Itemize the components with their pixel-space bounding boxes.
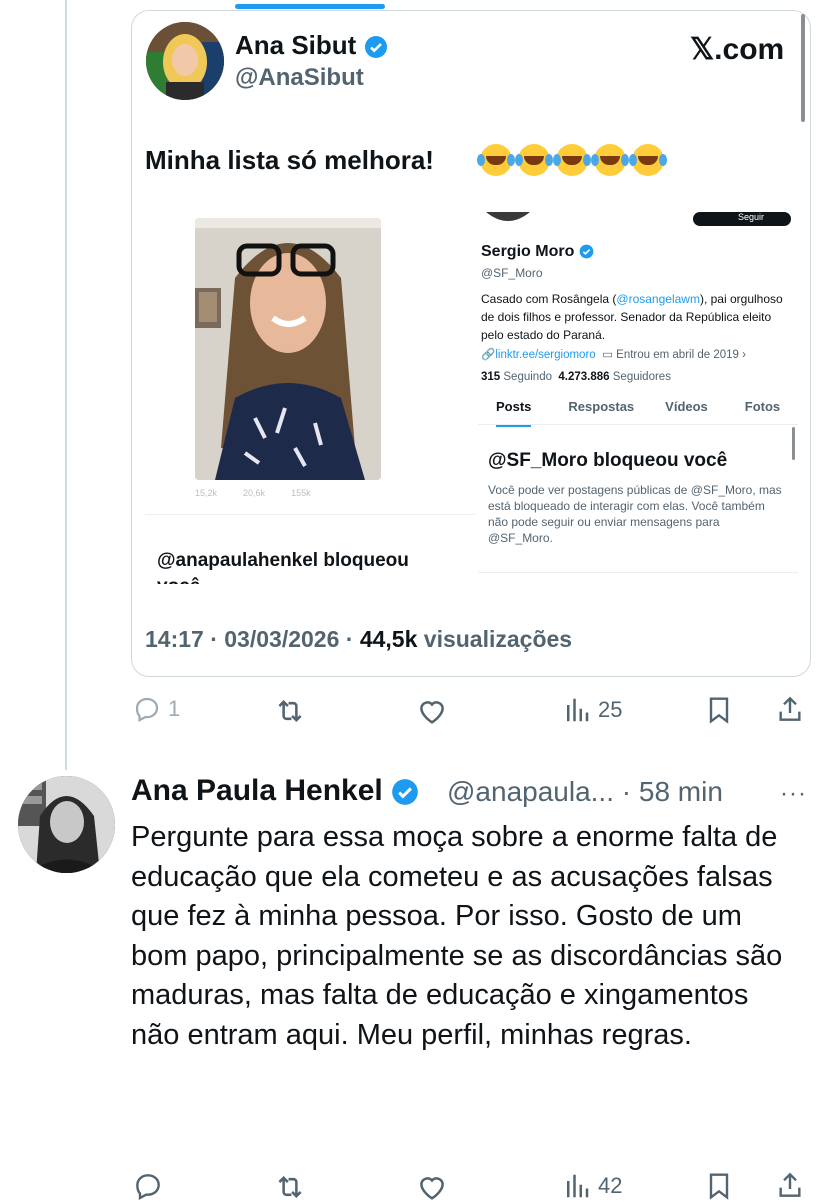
following-count: 315 <box>481 371 501 383</box>
more-options-icon[interactable]: ··· <box>780 780 807 808</box>
reply-tweet-text: Pergunte para essa moça sobre a enorme f… <box>131 821 783 1051</box>
top-progress-indicator <box>235 4 385 9</box>
blocked-title: @SF_Moro bloqueou você <box>488 450 728 471</box>
verified-badge-icon <box>392 779 418 805</box>
reply-author-handle[interactable]: @anapaula... · 58 min <box>447 776 723 808</box>
scrollbar[interactable] <box>792 427 795 460</box>
bookmark-icon <box>709 697 729 724</box>
author-name-text[interactable]: Ana Sibut <box>235 30 356 60</box>
views-label: visualizações <box>417 626 573 652</box>
x-logo: 𝕏.com <box>690 33 785 66</box>
faded-retweet-count: 20,6k <box>243 488 266 498</box>
heart-icon <box>420 701 444 724</box>
laughing-emoji-icon <box>477 144 512 176</box>
verified-badge-icon <box>579 244 594 259</box>
left-blocked-notice: @anapaulahenkel bloqueou você <box>157 550 409 584</box>
follow-counts: 315 Seguindo 4.273.886 Seguidores <box>481 371 671 383</box>
thread-line <box>65 0 67 770</box>
avatar[interactable] <box>146 22 224 100</box>
laughing-emoji-icon <box>515 144 550 176</box>
laughing-emoji-icon <box>553 144 588 176</box>
retweet-icon <box>278 1175 302 1199</box>
laughing-emoji-icons <box>477 144 664 176</box>
avatar[interactable] <box>18 776 115 873</box>
reply-icon <box>135 697 159 723</box>
bookmark-button[interactable] <box>703 694 735 726</box>
share-button[interactable] <box>774 693 806 725</box>
views-button[interactable]: 25 <box>562 695 622 725</box>
like-button[interactable] <box>415 1170 449 1204</box>
tab-respostas[interactable]: Respostas <box>568 399 634 427</box>
author-name-text[interactable]: Ana Paula Henkel <box>131 774 383 807</box>
profile-handle: @SF_Moro <box>481 266 543 280</box>
divider <box>478 572 798 573</box>
tab-fotos[interactable]: Fotos <box>745 399 780 427</box>
views-button[interactable]: 42 <box>562 1171 622 1201</box>
followers-count: 4.273.886 <box>558 371 610 383</box>
bio-mention-link[interactable]: @rosangelawm <box>616 292 700 306</box>
retweet-icon <box>278 699 302 723</box>
share-icon <box>779 1172 801 1197</box>
share-button[interactable] <box>774 1169 806 1201</box>
laughing-emoji-icon <box>591 144 626 176</box>
tweet-timestamp[interactable]: 14:17 · 03/03/2026 · 44,5k visualizações <box>145 626 572 653</box>
quoted-author-handle[interactable]: @AnaSibut <box>235 64 364 92</box>
link-icon: 🔗 <box>481 349 496 361</box>
faded-like-count: 155k <box>291 488 311 498</box>
chevron-right-icon: › <box>742 349 746 361</box>
joined-date: Entrou em abril de 2019 <box>616 349 739 361</box>
profile-link[interactable]: linktr.ee/sergiomoro <box>495 349 595 361</box>
profile-meta: 🔗linktr.ee/sergiomoro ▭ Entrou em abril … <box>481 347 746 361</box>
like-button[interactable] <box>415 694 449 728</box>
views-count: 25 <box>598 697 623 722</box>
bookmark-button[interactable] <box>703 1170 735 1202</box>
quoted-author-name[interactable]: Ana Sibut <box>235 30 388 61</box>
profile-bio: Casado com Rosângela (@rosangelawm), pai… <box>481 290 791 344</box>
share-icon <box>779 696 801 721</box>
divider <box>478 424 798 425</box>
following-label: Seguindo <box>503 371 552 383</box>
views-count: 42 <box>598 1173 623 1198</box>
reply-author-name[interactable]: Ana Paula Henkel <box>131 774 419 808</box>
video-thumbnail[interactable] <box>195 218 381 480</box>
bio-text: Casado com Rosângela ( <box>481 292 617 306</box>
reply-icon <box>136 1174 160 1201</box>
tab-posts[interactable]: Posts <box>496 399 532 427</box>
views-count: 44,5k <box>359 626 418 652</box>
retweet-button[interactable] <box>273 694 307 728</box>
faded-tweet-actions: 15,2k 20,6k 155k <box>195 488 311 498</box>
retweet-button[interactable] <box>273 1170 307 1204</box>
quoted-tweet-text: Minha lista só melhora! <box>145 145 434 175</box>
bar-chart-icon <box>567 698 589 722</box>
divider <box>145 514 475 515</box>
verified-badge-icon <box>364 36 387 59</box>
followers-label: Seguidores <box>612 371 671 383</box>
heart-icon <box>420 1177 444 1200</box>
tab-videos[interactable]: Vídeos <box>665 399 708 427</box>
bookmark-icon <box>709 1173 729 1200</box>
follow-button[interactable]: Seguir <box>738 212 764 222</box>
reply-button[interactable]: 1 <box>132 694 180 724</box>
reply-button[interactable] <box>132 1170 164 1202</box>
timestamp-text: 14:17 · 03/03/2026 · <box>145 626 360 652</box>
profile-name-text: Sergio Moro <box>481 243 575 260</box>
scrollbar[interactable] <box>801 14 805 122</box>
reply-count: 1 <box>168 696 181 721</box>
calendar-icon: ▭ <box>602 349 613 361</box>
profile-tabs: Posts Respostas Vídeos Fotos <box>478 399 798 427</box>
blocked-description: Você pode ver postagens públicas de @SF_… <box>488 483 782 545</box>
profile-name: Sergio Moro <box>481 243 594 261</box>
faded-reply-count: 15,2k <box>195 488 218 498</box>
laughing-emoji-icon <box>629 144 664 176</box>
bar-chart-icon <box>567 1174 589 1198</box>
